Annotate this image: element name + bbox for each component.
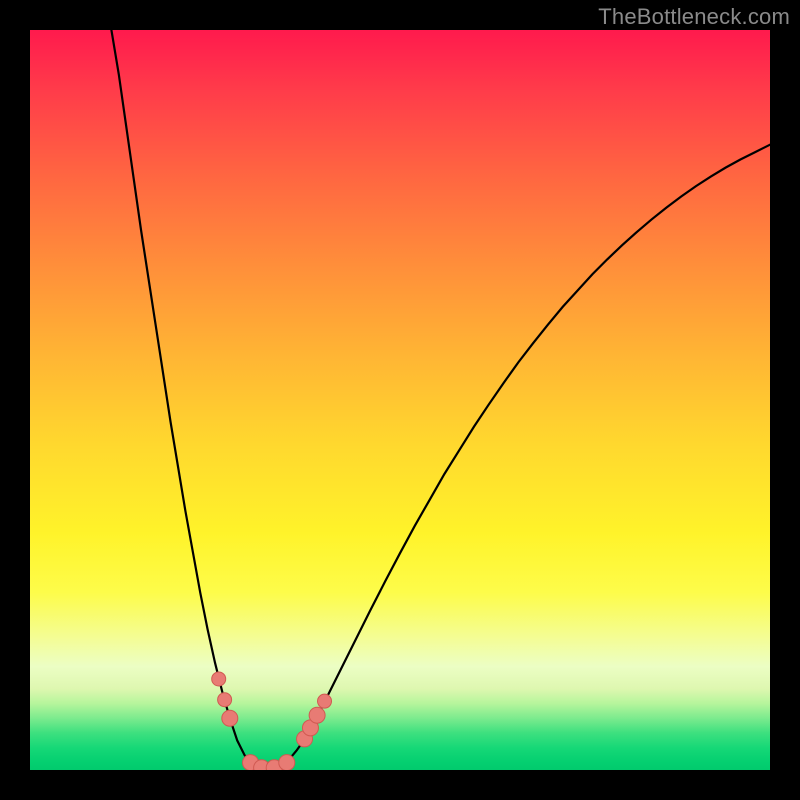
curve-svg — [30, 30, 770, 770]
chart-frame: TheBottleneck.com — [0, 0, 800, 800]
curve-marker — [254, 760, 270, 770]
curve-markers — [212, 672, 332, 770]
plot-area — [28, 28, 772, 772]
curve-marker — [279, 755, 295, 770]
curve-marker — [318, 694, 332, 708]
curve-marker — [297, 731, 313, 747]
watermark-text: TheBottleneck.com — [598, 4, 790, 30]
curve-marker — [302, 720, 318, 736]
bottleneck-curve — [111, 30, 770, 769]
curve-marker — [222, 710, 238, 726]
curve-marker — [218, 693, 232, 707]
curve-marker — [266, 760, 282, 770]
curve-marker — [309, 707, 325, 723]
curve-marker — [212, 672, 226, 686]
curve-marker — [243, 755, 259, 770]
